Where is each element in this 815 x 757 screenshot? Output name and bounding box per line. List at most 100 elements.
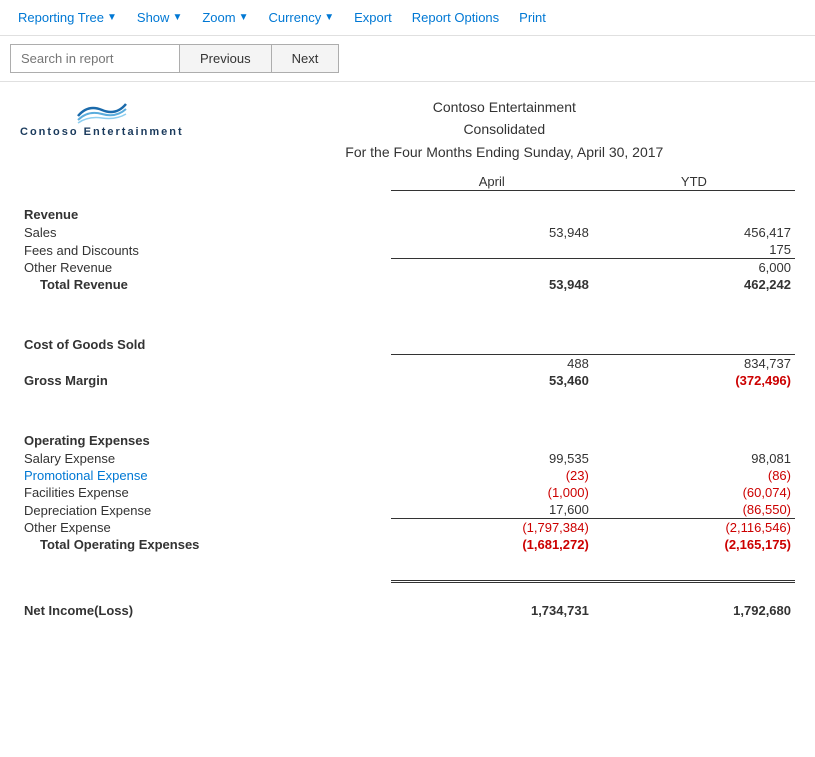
toolbar: Previous Next (0, 36, 815, 82)
opex-header-label: Operating Expenses (20, 417, 795, 450)
salary-label: Salary Expense (20, 450, 391, 467)
show-label: Show (137, 10, 170, 25)
table-row: Promotional Expense (23) (86) (20, 467, 795, 484)
report-subtitle: Consolidated (214, 118, 795, 140)
total-revenue-row: Total Revenue 53,948 462,242 (20, 276, 795, 293)
total-revenue-label: Total Revenue (20, 276, 391, 293)
report-company-name: Contoso Entertainment (214, 96, 795, 118)
depreciation-april: 17,600 (391, 501, 593, 519)
next-button[interactable]: Next (271, 44, 340, 73)
spacer (20, 553, 795, 567)
report-header: Contoso Entertainment Contoso Entertainm… (20, 92, 795, 163)
logo-text: Contoso Entertainment (20, 126, 184, 138)
zoom-chevron-icon: ▼ (239, 12, 249, 23)
print-label: Print (519, 10, 546, 25)
zoom-label: Zoom (202, 10, 235, 25)
zoom-menu[interactable]: Zoom ▼ (194, 4, 256, 31)
spacer (20, 389, 795, 403)
facilities-label: Facilities Expense (20, 484, 391, 501)
spacer (20, 403, 795, 417)
fees-discounts-label: Fees and Discounts (20, 241, 391, 259)
cogs-label (20, 355, 391, 373)
total-revenue-april: 53,948 (391, 276, 593, 293)
report-period: For the Four Months Ending Sunday, April… (214, 141, 795, 163)
navbar: Reporting Tree ▼ Show ▼ Zoom ▼ Currency … (0, 0, 815, 36)
gross-margin-label: Gross Margin (20, 372, 391, 389)
show-chevron-icon: ▼ (172, 12, 182, 23)
report-area: Contoso Entertainment Contoso Entertainm… (0, 82, 815, 649)
sales-ytd: 456,417 (593, 224, 795, 241)
print-menu[interactable]: Print (511, 4, 554, 31)
fees-ytd: 175 (593, 241, 795, 259)
facilities-ytd: (60,074) (593, 484, 795, 501)
total-revenue-ytd: 462,242 (593, 276, 795, 293)
revenue-section-header: Revenue (20, 191, 795, 225)
sales-label: Sales (20, 224, 391, 241)
gross-margin-row: Gross Margin 53,460 (372,496) (20, 372, 795, 389)
promotional-ytd: (86) (593, 467, 795, 484)
other-expense-april: (1,797,384) (391, 519, 593, 537)
reporting-tree-label: Reporting Tree (18, 10, 104, 25)
ytd-col-header: YTD (593, 173, 795, 191)
gross-margin-ytd: (372,496) (593, 372, 795, 389)
currency-chevron-icon: ▼ (324, 12, 334, 23)
table-row: 488 834,737 (20, 355, 795, 373)
net-income-label: Net Income(Loss) (20, 581, 391, 619)
april-col-header: April (391, 173, 593, 191)
spacer (20, 293, 795, 307)
spacer (20, 567, 795, 581)
other-expense-label: Other Expense (20, 519, 391, 537)
total-opex-label: Total Operating Expenses (20, 536, 391, 553)
reporting-tree-chevron-icon: ▼ (107, 12, 117, 23)
total-opex-ytd: (2,165,175) (593, 536, 795, 553)
other-expense-ytd: (2,116,546) (593, 519, 795, 537)
fees-april (391, 241, 593, 259)
table-row: Other Revenue 6,000 (20, 259, 795, 277)
currency-label: Currency (268, 10, 321, 25)
label-col-header (20, 173, 391, 191)
financial-table: April YTD Revenue Sales 53,948 456,417 F… (20, 173, 795, 619)
other-revenue-april (391, 259, 593, 277)
promotional-label[interactable]: Promotional Expense (20, 467, 391, 484)
cogs-header-label: Cost of Goods Sold (20, 321, 795, 355)
sales-april: 53,948 (391, 224, 593, 241)
other-revenue-label: Other Revenue (20, 259, 391, 277)
cogs-section-header: Cost of Goods Sold (20, 321, 795, 355)
net-income-row: Net Income(Loss) 1,734,731 1,792,680 (20, 581, 795, 619)
opex-section-header: Operating Expenses (20, 417, 795, 450)
gross-margin-april: 53,460 (391, 372, 593, 389)
total-opex-april: (1,681,272) (391, 536, 593, 553)
facilities-april: (1,000) (391, 484, 593, 501)
salary-ytd: 98,081 (593, 450, 795, 467)
table-row: Sales 53,948 456,417 (20, 224, 795, 241)
previous-button[interactable]: Previous (179, 44, 272, 73)
table-row: Other Expense (1,797,384) (2,116,546) (20, 519, 795, 537)
cogs-ytd: 834,737 (593, 355, 795, 373)
show-menu[interactable]: Show ▼ (129, 4, 190, 31)
depreciation-ytd: (86,550) (593, 501, 795, 519)
export-label: Export (354, 10, 392, 25)
table-row: Fees and Discounts 175 (20, 241, 795, 259)
table-row: Facilities Expense (1,000) (60,074) (20, 484, 795, 501)
report-title: Contoso Entertainment Consolidated For t… (214, 92, 795, 163)
currency-menu[interactable]: Currency ▼ (260, 4, 342, 31)
report-options-menu[interactable]: Report Options (404, 4, 507, 31)
logo-area: Contoso Entertainment (20, 92, 184, 138)
contoso-logo-icon (74, 96, 130, 124)
salary-april: 99,535 (391, 450, 593, 467)
total-opex-row: Total Operating Expenses (1,681,272) (2,… (20, 536, 795, 553)
net-income-april: 1,734,731 (391, 581, 593, 619)
table-row: Depreciation Expense 17,600 (86,550) (20, 501, 795, 519)
report-options-label: Report Options (412, 10, 499, 25)
spacer (20, 307, 795, 321)
revenue-header-label: Revenue (20, 191, 795, 225)
reporting-tree-menu[interactable]: Reporting Tree ▼ (10, 4, 125, 31)
other-revenue-ytd: 6,000 (593, 259, 795, 277)
promotional-april: (23) (391, 467, 593, 484)
net-income-ytd: 1,792,680 (593, 581, 795, 619)
cogs-april: 488 (391, 355, 593, 373)
table-row: Salary Expense 99,535 98,081 (20, 450, 795, 467)
search-input[interactable] (10, 44, 180, 73)
export-menu[interactable]: Export (346, 4, 400, 31)
depreciation-label: Depreciation Expense (20, 501, 391, 519)
